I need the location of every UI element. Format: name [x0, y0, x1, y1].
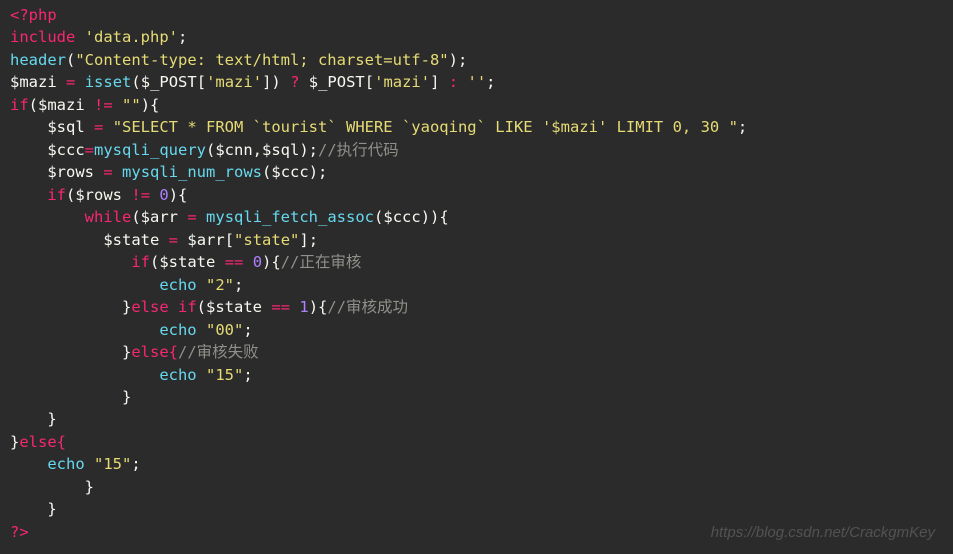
line: header("Content-type: text/html; charset… [10, 51, 467, 69]
line: echo "15"; [10, 455, 141, 473]
line: }else if($state == 1){//审核成功 [10, 298, 408, 316]
line: } [10, 478, 94, 496]
line: <?php [10, 6, 57, 24]
line: $sql = "SELECT * FROM `tourist` WHERE `y… [10, 118, 747, 136]
line: $mazi = isset($_POST['mazi']) ? $_POST['… [10, 73, 496, 91]
line: echo "00"; [10, 321, 253, 339]
line: include 'data.php'; [10, 28, 187, 46]
line: } [10, 410, 57, 428]
line: } [10, 388, 131, 406]
line: } [10, 500, 57, 518]
line: }else{//审核失败 [10, 343, 259, 361]
line: echo "2"; [10, 276, 243, 294]
line: echo "15"; [10, 366, 253, 384]
line: $ccc=mysqli_query($cnn,$sql);//执行代码 [10, 141, 399, 159]
line: $state = $arr["state"]; [10, 231, 318, 249]
watermark-text: https://blog.csdn.net/CrackgmKey [711, 522, 935, 544]
line: $rows = mysqli_num_rows($ccc); [10, 163, 327, 181]
line: }else{ [10, 433, 66, 451]
line: if($rows != 0){ [10, 186, 187, 204]
line: while($arr = mysqli_fetch_assoc($ccc)){ [10, 208, 449, 226]
code-editor[interactable]: <?php include 'data.php'; header("Conten… [10, 4, 943, 543]
line: ?> [10, 523, 29, 541]
line: if($mazi != ""){ [10, 96, 159, 114]
line: if($state == 0){//正在审核 [10, 253, 361, 271]
